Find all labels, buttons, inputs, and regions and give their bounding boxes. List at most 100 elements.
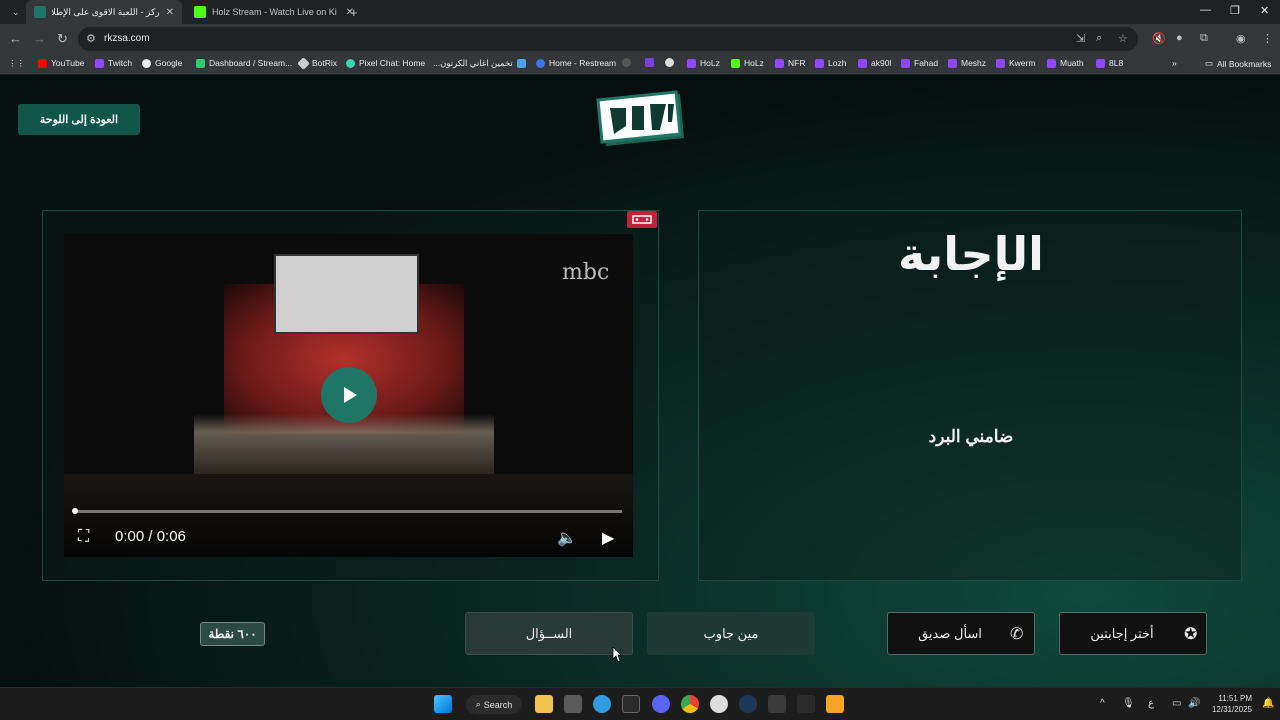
profile-avatar-icon[interactable]: ◉ <box>1236 32 1246 45</box>
bookmark-holz-twitch[interactable]: HoLz <box>687 58 720 68</box>
notification-bell-icon[interactable]: 🔔 <box>1262 698 1274 709</box>
discord-icon[interactable] <box>652 695 670 713</box>
twitch-icon <box>815 58 824 68</box>
folder-icon: ▭ <box>1205 58 1214 68</box>
forward-arrow-icon[interactable]: → <box>33 31 46 46</box>
bookmark-label: Home - Restream <box>549 58 617 68</box>
tab-strip: ⌄ ركز - اللعبة الاقوى على الإطلاق ✕ Holz… <box>0 0 1280 24</box>
volume-icon[interactable]: 🔈 <box>557 528 577 548</box>
site-info-icon[interactable]: ⚙ <box>86 32 96 45</box>
play-overlay-button[interactable] <box>321 367 377 423</box>
reload-icon[interactable]: ↻ <box>57 31 68 47</box>
all-bookmarks-folder[interactable]: ▭ All Bookmarks <box>1205 58 1271 69</box>
speaker-icon[interactable]: 🔊 <box>1188 698 1200 709</box>
chevron-down-icon: ⌄ <box>12 6 20 17</box>
bookmark-muath[interactable]: Muath <box>1047 58 1084 68</box>
bookmark-twitch[interactable]: Twitch <box>95 58 132 68</box>
dashboard-icon <box>196 58 205 68</box>
bookmark-holz-kick[interactable]: HoLz <box>731 58 764 68</box>
edge-icon[interactable] <box>593 695 611 713</box>
play-icon[interactable]: ▶ <box>602 528 614 548</box>
bookmark-misc-2[interactable] <box>645 58 654 67</box>
bookmark-misc-1[interactable] <box>622 58 631 67</box>
extensions-puzzle-icon[interactable]: ⧉ <box>1200 32 1208 45</box>
tab-rkz[interactable]: ركز - اللعبة الاقوى على الإطلاق ✕ <box>26 0 182 24</box>
windows-start-icon[interactable] <box>434 695 452 713</box>
close-window-icon[interactable]: ✕ <box>1260 4 1269 17</box>
bookmark-google[interactable]: Google <box>142 58 182 68</box>
epic-games-icon[interactable] <box>622 695 640 713</box>
zoom-icon[interactable]: ⌕ <box>1096 32 1102 45</box>
menu-kebab-icon[interactable]: ⋮ <box>1262 32 1273 45</box>
twitch-icon <box>858 58 867 68</box>
store-icon[interactable] <box>564 695 582 713</box>
who-answered-button[interactable]: مين جاوب <box>647 612 815 655</box>
progress-handle[interactable] <box>72 508 78 514</box>
star-icon[interactable]: ☆ <box>1118 32 1128 45</box>
mute-tab-icon[interactable]: 🔇 <box>1152 32 1166 45</box>
bookmark-label: Dashboard / Stream... <box>209 58 293 68</box>
twitch-icon <box>948 58 957 68</box>
twitch-icon <box>687 58 696 68</box>
tab-title: Holz Stream - Watch Live on Ki <box>212 7 337 17</box>
bookmark-misc-3[interactable] <box>665 58 674 67</box>
back-to-board-button[interactable]: العودة إلى اللوحة <box>18 104 140 135</box>
bookmark-label: BotRix <box>312 58 338 68</box>
bookmark-meshz[interactable]: Meshz <box>948 58 986 68</box>
bookmark-lozh[interactable]: Lozh <box>815 58 846 68</box>
back-arrow-icon[interactable]: ← <box>9 31 22 46</box>
bookmark-8l8[interactable]: 8L8 <box>1096 58 1123 68</box>
address-bar[interactable]: ⚙ rkzsa.com ⇲ ⌕ ☆ <box>78 27 1138 51</box>
restore-icon[interactable]: ❐ <box>1230 4 1240 17</box>
bookmark-label: Meshz <box>961 58 987 68</box>
taskbar-search[interactable]: ⌕ Search <box>466 695 522 714</box>
bookmark-ak90l[interactable]: ak90l <box>858 58 891 68</box>
tab-holz-stream[interactable]: Holz Stream - Watch Live on Ki ✕ <box>186 0 362 24</box>
steam-icon[interactable] <box>739 695 757 713</box>
app-icon[interactable] <box>797 695 815 713</box>
bookmark-pixel-chat[interactable]: Pixel Chat: Home <box>346 58 425 68</box>
network-icon[interactable]: ▭ <box>1172 698 1181 709</box>
bookmark-fahad[interactable]: Fahad <box>901 58 938 68</box>
bookmark-restream[interactable]: Home - Restream <box>536 58 616 68</box>
bookmark-nfr[interactable]: NFR <box>775 58 805 68</box>
twitch-icon <box>775 58 784 68</box>
language-indicator[interactable]: ع <box>1148 698 1154 709</box>
chrome-icon[interactable] <box>681 695 699 713</box>
fullscreen-icon[interactable]: ⛶ <box>78 528 89 546</box>
answer-title: الإجابة <box>898 227 1046 281</box>
app-icon[interactable] <box>768 695 786 713</box>
bookmark-cartoon[interactable]: تخمين اغاني الكرتون... <box>433 58 526 69</box>
pick-two-answers-button[interactable]: أختر إجابتين ✪ <box>1059 612 1207 655</box>
bookmark-label: Pixel Chat: Home <box>359 58 426 68</box>
bookmark-youtube[interactable]: YouTube <box>38 58 84 68</box>
ask-friend-button[interactable]: اسأل صديق ✆ <box>887 612 1035 655</box>
obs-icon[interactable] <box>710 695 728 713</box>
app-icon[interactable] <box>826 695 844 713</box>
tray-chevron-icon[interactable]: ^ <box>1100 698 1105 709</box>
video-time: 0:00 / 0:06 <box>115 528 186 545</box>
minimize-icon[interactable]: — <box>1200 4 1211 16</box>
more-bookmarks-icon[interactable]: » <box>1172 58 1177 68</box>
phone-icon: ✆ <box>1010 626 1024 643</box>
new-tab-button[interactable]: + <box>342 0 362 24</box>
taskbar: ⌕ Search ^ 🎙 ع ▭ 🔊 11:51 PM 12/31/2025 🔔 <box>0 687 1280 720</box>
kick-icon <box>731 58 740 68</box>
install-icon[interactable]: ⇲ <box>1076 32 1085 45</box>
bookmark-dashboard[interactable]: Dashboard / Stream... <box>196 58 292 68</box>
bookmark-label: Twitch <box>108 58 133 68</box>
url-text[interactable]: rkzsa.com <box>104 33 150 44</box>
progress-bar[interactable] <box>74 510 622 513</box>
bookmark-kwerm[interactable]: Kwerm <box>996 58 1035 68</box>
system-clock[interactable]: 11:51 PM 12/31/2025 <box>1212 693 1252 715</box>
clock-time: 11:51 PM <box>1218 694 1252 703</box>
apps-grid-icon[interactable]: ⋮⋮ <box>8 58 25 69</box>
question-button[interactable]: الســؤال <box>465 612 633 655</box>
microphone-icon[interactable]: 🎙 <box>1122 698 1135 709</box>
close-icon[interactable]: ✕ <box>166 7 174 18</box>
file-explorer-icon[interactable] <box>535 695 553 713</box>
extension-icon[interactable]: ● <box>1176 32 1183 44</box>
video-player[interactable]: mbc ⛶ 0:00 / 0:06 🔈 ▶ <box>64 234 633 557</box>
tab-search-button[interactable]: ⌄ <box>4 0 24 24</box>
bookmark-botrix[interactable]: BotRix <box>297 56 338 70</box>
